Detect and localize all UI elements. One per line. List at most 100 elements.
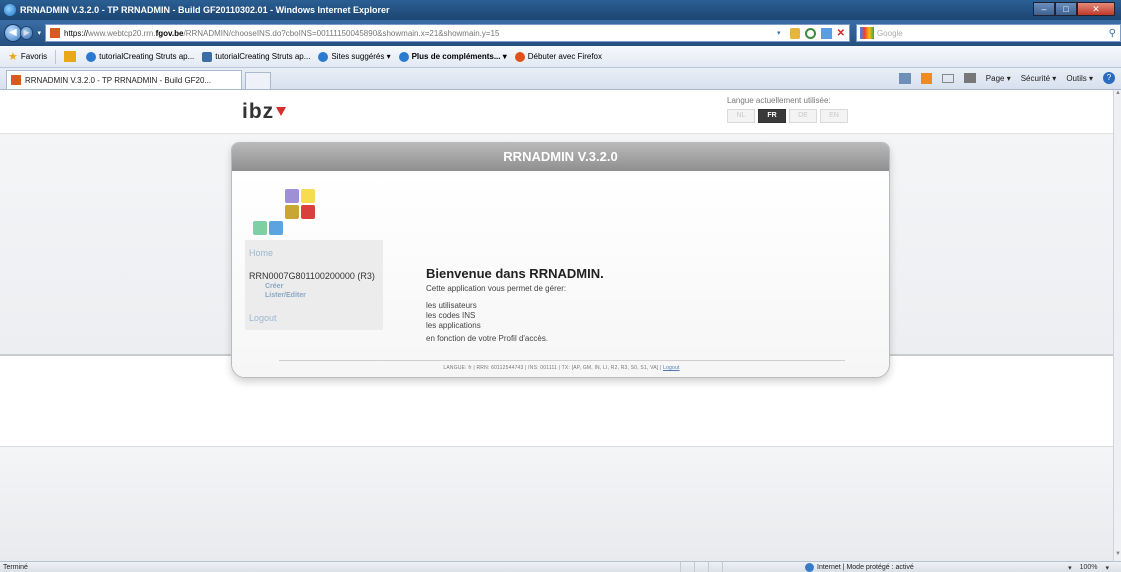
maximize-button[interactable]: □ — [1055, 2, 1077, 16]
search-input[interactable]: Google ⚲ — [855, 24, 1121, 42]
refresh-icon[interactable] — [804, 27, 816, 39]
security-menu[interactable]: Sécurité ▾ — [1021, 74, 1057, 83]
lang-en-button[interactable]: EN — [820, 109, 848, 123]
logo-square — [301, 205, 315, 219]
nav-logout-link[interactable]: Logout — [249, 313, 277, 323]
window-controls: – □ ✕ — [1033, 2, 1115, 16]
scroll-down-icon[interactable]: ▼ — [1114, 551, 1121, 561]
forward-button[interactable]: ▶ — [19, 26, 34, 40]
url-path: /RRNADMIN/chooseINS.do?cboINS=0011115004… — [183, 28, 500, 38]
lang-nl-button[interactable]: NL — [727, 109, 755, 123]
footer-logout-link[interactable]: Logout — [663, 365, 680, 371]
favorite-link-2[interactable]: tutorialCreating Struts ap... — [202, 51, 311, 62]
suggested-sites-link[interactable]: Sites suggérés ▾ — [318, 51, 391, 62]
flag-icon — [276, 107, 287, 116]
panel-title: RRNADMIN V.3.2.0 — [232, 143, 889, 171]
page-content: ibz Langue actuellement utilisée: NL FR … — [0, 90, 1113, 561]
rights-item: les applications — [426, 321, 481, 330]
vertical-scrollbar[interactable]: ▲ ▼ — [1113, 90, 1121, 561]
home-icon[interactable] — [898, 72, 911, 84]
panel-body: Home RRN0007G801100200000 (R3) Créer Lis… — [232, 171, 889, 377]
status-text: Terminé — [3, 563, 28, 571]
scroll-up-icon[interactable]: ▲ — [1114, 90, 1121, 100]
address-input[interactable]: https://www.webtcp20.rrn. fgov.be/RRNADMI… — [45, 24, 850, 42]
ie-page-icon — [86, 51, 97, 62]
more-addons-link[interactable]: Plus de compléments... ▾ — [398, 51, 507, 62]
lock-icon[interactable] — [789, 27, 800, 39]
logo-square — [253, 221, 267, 235]
logo-square — [269, 221, 283, 235]
url-protocol: https:// — [64, 28, 89, 38]
favorites-label: Favoris — [20, 52, 48, 61]
favorite-link-1[interactable]: tutorialCreating Struts ap... — [86, 51, 195, 62]
favorites-button[interactable]: ★ Favoris — [8, 50, 47, 63]
zoom-control[interactable]: ▾ 100% ▾ — [1068, 562, 1109, 572]
new-tab-button[interactable] — [245, 72, 271, 89]
minimize-button[interactable]: – — [1033, 2, 1055, 16]
session-info: LANGUE: fr | RRN: 60112544743 | INS: 001… — [232, 365, 889, 371]
favorite-link-label: Débuter avec Firefox — [527, 52, 602, 61]
firefox-link[interactable]: Débuter avec Firefox — [514, 51, 602, 62]
stop-icon[interactable]: ✕ — [837, 28, 845, 39]
globe-icon — [805, 563, 814, 572]
lang-de-button[interactable]: DE — [789, 109, 817, 123]
favorites-bar: ★ Favoris tutorialCreating Struts ap... … — [0, 46, 1121, 68]
status-pane — [708, 562, 722, 572]
address-dropdown-icon[interactable]: ▾ — [777, 29, 781, 37]
tab-rrnadmin[interactable]: RRNADMIN V.3.2.0 - TP RRNADMIN - Build G… — [6, 70, 242, 89]
add-favorite-icon — [64, 51, 77, 62]
compatibility-icon[interactable] — [820, 27, 832, 39]
close-button[interactable]: ✕ — [1077, 2, 1115, 16]
lang-fr-button[interactable]: FR — [758, 109, 786, 123]
favorite-link-label: tutorialCreating Struts ap... — [99, 52, 195, 61]
add-favorite-button[interactable] — [64, 51, 78, 62]
print-icon[interactable] — [963, 73, 976, 83]
address-tools: ▾ ✕ — [773, 27, 845, 39]
logo-square — [285, 189, 299, 203]
firefox-icon — [514, 51, 525, 62]
page-menu[interactable]: Page ▾ — [986, 74, 1011, 83]
address-toolbar: ◀ ▶ ▾ https://www.webtcp20.rrn. fgov.be/R… — [0, 20, 1121, 46]
window-titlebar: RRNADMIN V.3.2.0 - TP RRNADMIN - Build G… — [0, 0, 1121, 20]
history-dropdown-icon[interactable]: ▾ — [37, 29, 41, 37]
mail-icon[interactable] — [941, 73, 954, 83]
zoom-menu-icon[interactable]: ▾ — [1105, 564, 1109, 572]
welcome-heading: Bienvenue dans RRNADMIN. — [426, 266, 604, 281]
status-panes — [680, 562, 736, 572]
web-slice-icon — [202, 51, 213, 62]
site-favicon-icon — [50, 28, 60, 38]
tab-bar: RRNADMIN V.3.2.0 - TP RRNADMIN - Build G… — [0, 68, 1121, 90]
zoom-dropdown-icon[interactable]: ▾ — [1068, 564, 1072, 572]
url-host-prefix: www.webtcp20.rrn. — [88, 28, 156, 38]
security-zone[interactable]: Internet | Mode protégé : activé — [805, 562, 914, 572]
page-header: ibz Langue actuellement utilisée: NL FR … — [0, 90, 1113, 134]
ibz-logo[interactable]: ibz — [242, 100, 287, 124]
session-info-text: LANGUE: fr | RRN: 60112544743 | INS: 001… — [443, 365, 662, 371]
url-domain: fgov.be — [155, 28, 184, 38]
status-bar: Terminé Internet | Mode protégé : activé… — [0, 561, 1121, 572]
status-pane — [722, 562, 736, 572]
favorite-link-label: Plus de compléments... ▾ — [411, 52, 507, 61]
favorite-link-label: tutorialCreating Struts ap... — [215, 52, 311, 61]
tab-label: RRNADMIN V.3.2.0 - TP RRNADMIN - Build G… — [25, 75, 212, 85]
nav-user-id: RRN0007G801100200000 (R3) — [249, 271, 375, 281]
language-label: Langue actuellement utilisée: — [727, 96, 831, 105]
site-favicon-icon — [11, 75, 21, 85]
feeds-icon[interactable] — [920, 72, 932, 84]
search-icon[interactable]: ⚲ — [1109, 28, 1116, 39]
ie-page-icon — [318, 51, 329, 62]
window-title: RRNADMIN V.3.2.0 - TP RRNADMIN - Build G… — [20, 5, 390, 15]
favorite-link-label: Sites suggérés ▾ — [331, 52, 391, 61]
background-band-lower — [0, 446, 1113, 561]
language-switcher: NL FR DE EN — [727, 109, 848, 123]
nav-create-link[interactable]: Créer — [265, 283, 283, 290]
star-icon: ★ — [8, 51, 18, 63]
tools-menu[interactable]: Outils ▾ — [1066, 74, 1093, 83]
rights-list: les utilisateurs les codes INS les appli… — [426, 301, 481, 331]
help-icon[interactable]: ? — [1103, 72, 1115, 84]
ie-app-icon — [4, 4, 16, 16]
nav-list-edit-link[interactable]: Lister/Editer — [265, 292, 306, 299]
profile-text: en fonction de votre Profil d'accès. — [426, 334, 549, 343]
search-placeholder: Google — [876, 28, 903, 38]
nav-home-link[interactable]: Home — [249, 248, 273, 258]
